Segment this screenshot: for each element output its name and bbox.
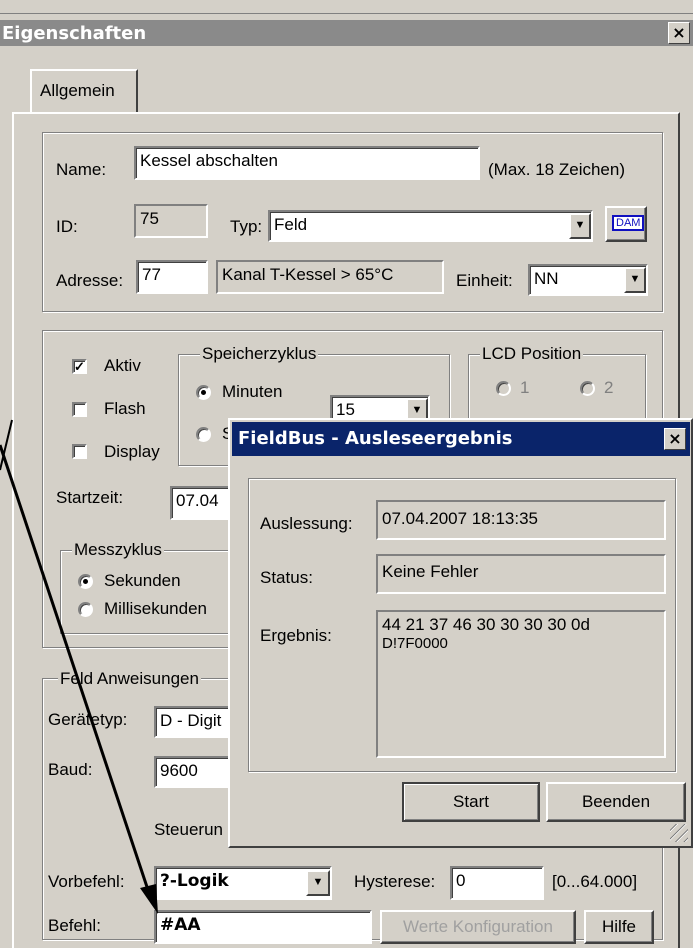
result-field[interactable]: 44 21 37 46 30 30 30 30 0d D!7F0000	[376, 610, 666, 758]
name-label: Name:	[56, 160, 107, 179]
result-label: Ergebnis:	[260, 626, 332, 645]
result-line-1: 44 21 37 46 30 30 30 30 0d	[382, 615, 590, 634]
hysteresis-range: [0...64.000]	[552, 872, 638, 891]
hysteresis-field[interactable]: 0	[450, 866, 544, 900]
dam-button[interactable]: DAM	[605, 206, 647, 242]
steuerung-label: Steuerun	[154, 820, 223, 839]
unit-label: Einheit:	[456, 271, 513, 290]
display-checkbox[interactable]	[72, 444, 87, 459]
type-dropdown-chevron-down-icon[interactable]: ▼	[569, 213, 591, 239]
millisekunden-label: Millisekunden	[104, 599, 207, 618]
tab-allgemein[interactable]: Allgemein	[30, 69, 138, 114]
sekunden-label: Sekunden	[104, 571, 181, 590]
field-legend: Feld Anweisungen	[58, 669, 201, 689]
storage-legend: Speicherzyklus	[200, 344, 319, 364]
tab-label: Allgemein	[40, 81, 115, 100]
dam-chip-icon: DAM	[612, 215, 645, 231]
minutes-radio[interactable]	[196, 385, 211, 400]
device-type-label: Gerätetyp:	[48, 710, 128, 729]
id-field: 75	[134, 204, 208, 238]
read-field: 07.04.2007 18:13:35	[376, 500, 666, 540]
dialog-close-icon[interactable]: ×	[664, 428, 686, 450]
seconds-radio[interactable]	[196, 427, 211, 442]
id-label: ID:	[56, 217, 78, 236]
result-line-2: D!7F0000	[382, 635, 448, 652]
fieldbus-dialog: FieldBus - Ausleseergebnis × Auslessung:…	[228, 418, 693, 848]
name-field[interactable]: Kessel abschalten	[134, 146, 480, 180]
window-titlebar: Eigenschaften ×	[0, 20, 693, 46]
lcd-1-radio[interactable]	[496, 381, 511, 396]
lcd-legend: LCD Position	[480, 344, 584, 364]
address-label: Adresse:	[56, 271, 124, 290]
resize-grip-icon[interactable]	[670, 824, 688, 842]
dialog-title: FieldBus - Ausleseergebnis	[238, 428, 513, 449]
window-title: Eigenschaften	[2, 23, 147, 44]
start-button[interactable]: Start	[402, 782, 540, 822]
aktiv-label: Aktiv	[104, 356, 141, 375]
measure-legend: Messzyklus	[72, 540, 164, 560]
sekunden-radio[interactable]	[78, 574, 93, 589]
pre-command-chevron-down-icon[interactable]: ▼	[306, 870, 330, 896]
dialog-titlebar: FieldBus - Ausleseergebnis ×	[232, 422, 690, 456]
millisekunden-radio[interactable]	[78, 602, 93, 617]
baud-label: Baud:	[48, 760, 93, 779]
help-button[interactable]: Hilfe	[584, 910, 654, 944]
status-label: Status:	[260, 568, 313, 587]
name-hint: (Max. 18 Zeichen)	[488, 160, 625, 179]
flash-checkbox[interactable]	[72, 402, 87, 417]
lcd-2-label: 2	[604, 378, 614, 397]
unit-dropdown-chevron-down-icon[interactable]: ▼	[624, 267, 646, 293]
read-label: Auslessung:	[260, 514, 353, 533]
type-label: Typ:	[230, 217, 263, 236]
aktiv-checkbox[interactable]: ✓	[72, 359, 87, 374]
end-button[interactable]: Beenden	[546, 782, 686, 822]
flash-label: Flash	[104, 399, 146, 418]
display-label: Display	[104, 442, 160, 461]
hysteresis-label: Hysterese:	[354, 872, 436, 891]
lcd-2-radio[interactable]	[580, 381, 595, 396]
channel-field: Kanal T-Kessel > 65°C	[216, 260, 444, 294]
start-time-label: Startzeit:	[56, 488, 124, 507]
address-field[interactable]: 77	[136, 260, 208, 294]
command-field[interactable]: #AA	[154, 910, 372, 944]
type-select[interactable]: Feld	[268, 210, 593, 242]
top-strip	[0, 0, 693, 14]
status-field: Keine Fehler	[376, 554, 666, 594]
command-label: Befehl:	[48, 916, 101, 935]
minutes-label: Minuten	[222, 382, 283, 401]
config-button[interactable]: Werte Konfiguration	[380, 910, 576, 944]
close-icon[interactable]: ×	[668, 22, 690, 44]
pre-command-label: Vorbefehl:	[48, 872, 125, 891]
lcd-1-label: 1	[520, 378, 530, 397]
